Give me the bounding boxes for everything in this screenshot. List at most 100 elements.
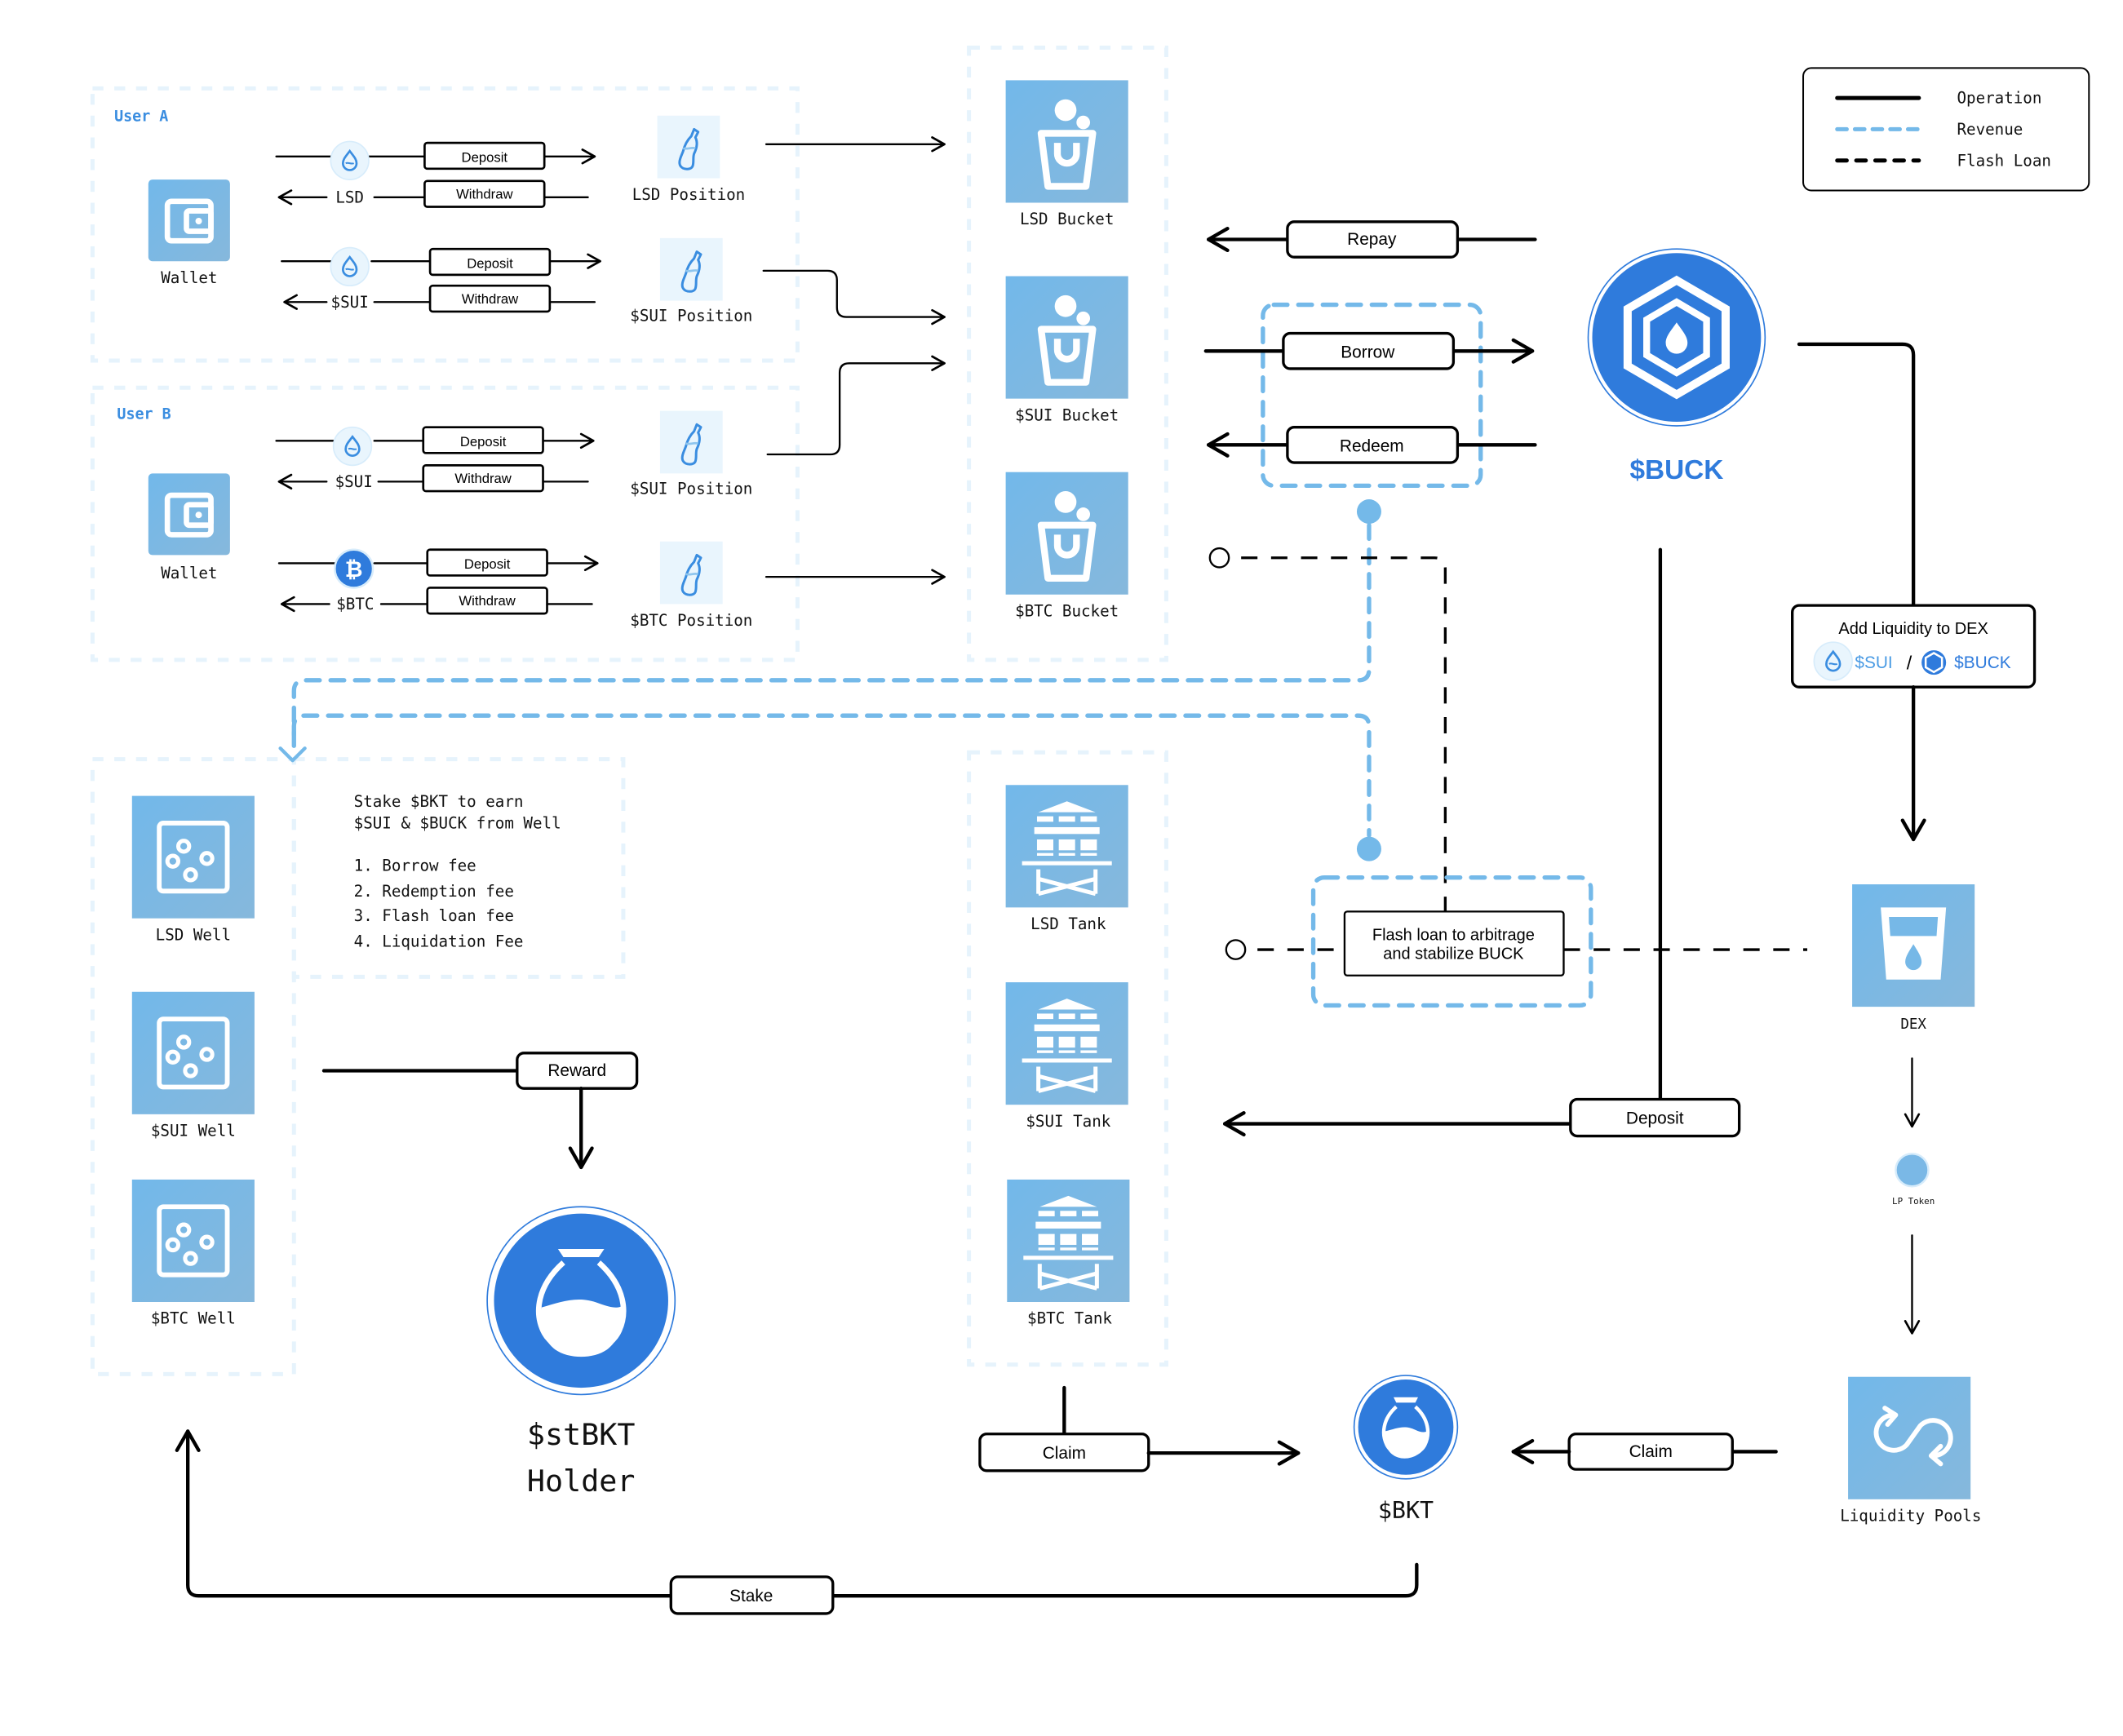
- legend-operation-label: Operation: [1957, 89, 2042, 108]
- fee-item: 3. Flash loan fee: [354, 906, 514, 925]
- deposit-label: Deposit: [467, 256, 513, 272]
- tanks: LSD Tank $SUI Tank $BTC Tank: [1006, 785, 1130, 1328]
- legend: Operation Revenue Flash Loan: [1802, 67, 2090, 192]
- position-bottle-icon: [658, 410, 725, 475]
- legend-revenue-label: Revenue: [1957, 120, 2023, 139]
- borrow-label: Borrow: [1341, 343, 1395, 362]
- liquidity-pools-icon[interactable]: [1848, 1376, 1971, 1499]
- dex-label: DEX: [1900, 1016, 1926, 1033]
- position-bottle-icon: [656, 114, 721, 179]
- wells: LSD Well $SUI Well $BTC Well: [132, 796, 255, 1328]
- fee-item: 4. Liquidation Fee: [354, 932, 524, 951]
- user-a-title: User A: [114, 108, 168, 125]
- withdraw-label: Withdraw: [459, 593, 516, 609]
- fee-item: 2. Redemption fee: [354, 882, 514, 901]
- bkt-label: $BKT: [1378, 1497, 1434, 1524]
- wallet-icon[interactable]: [148, 473, 230, 555]
- deposit-tank-label: Deposit: [1626, 1109, 1684, 1128]
- stbkt-line1: $stBKT: [527, 1417, 636, 1452]
- flash-loan-start-node: [1208, 547, 1230, 569]
- token-label: $BTC: [336, 595, 374, 613]
- token-label: $SUI: [331, 293, 369, 312]
- liquidity-pools-label: Liquidity Pools: [1840, 1507, 1981, 1526]
- stake-note-line1: Stake $BKT to earn: [354, 792, 524, 811]
- bkt-pot-icon: [557, 1248, 605, 1257]
- tank-label: $BTC Tank: [1027, 1309, 1112, 1328]
- position-bottle-icon: [658, 540, 725, 605]
- bucket-icon[interactable]: [1006, 277, 1128, 399]
- well-icon[interactable]: [132, 1180, 255, 1302]
- redeem-label: Redeem: [1340, 437, 1404, 456]
- buckets: LSD Bucket $SUI Bucket $BTC Bucket: [1006, 80, 1128, 620]
- position-label: $SUI Position: [630, 479, 752, 498]
- wallet-label: Wallet: [161, 564, 217, 582]
- well-icon[interactable]: [132, 796, 255, 919]
- position-bottle-icon: [658, 237, 725, 303]
- claim-tank-label: Claim: [1043, 1444, 1086, 1463]
- user-a: User A Wallet Deposit LSD Withdraw LSD P…: [114, 108, 752, 325]
- stake-note: Stake $BKT to earn $SUI & $BUCK from Wel…: [354, 792, 561, 951]
- user-b-title: User B: [117, 406, 171, 423]
- buck-label: $BUCK: [1629, 455, 1723, 485]
- tank-icon[interactable]: [1007, 1180, 1129, 1302]
- bkt-coin[interactable]: [1353, 1375, 1459, 1480]
- tank-icon[interactable]: [1006, 982, 1128, 1105]
- position-to-bucket-arrow: [766, 355, 946, 456]
- svg-text:₿: ₿: [345, 557, 363, 582]
- bucket-icon[interactable]: [1006, 80, 1128, 202]
- token-label: $SUI: [335, 472, 373, 491]
- buck-coin[interactable]: [1587, 248, 1766, 427]
- well-label: LSD Well: [156, 925, 231, 944]
- position-to-bucket-arrow: [762, 269, 946, 326]
- buck-small-icon: [1921, 650, 1947, 675]
- deposit-label: Deposit: [462, 149, 508, 165]
- legend-flash-loan-label: Flash Loan: [1957, 151, 2051, 170]
- deposit-label: Deposit: [464, 556, 511, 572]
- flash-loan-line1: Flash loan to arbitrage: [1372, 926, 1535, 944]
- token-label: LSD: [335, 188, 364, 206]
- flash-loan-start-node: [1225, 939, 1247, 960]
- stake-path: [175, 1429, 1419, 1598]
- revenue-node: [1356, 499, 1381, 525]
- bkt-pot-icon: [1393, 1397, 1419, 1403]
- sui-drop-icon: [329, 140, 370, 181]
- reward-label: Reward: [547, 1061, 606, 1080]
- tank-label: LSD Tank: [1030, 914, 1106, 933]
- sui-drop-icon: [329, 246, 370, 287]
- sui-drop-icon: [332, 426, 373, 467]
- bucket-icon[interactable]: [1006, 472, 1128, 595]
- pair-separator: /: [1907, 653, 1912, 674]
- well-icon[interactable]: [132, 992, 255, 1114]
- protocol-flow-diagram: Operation Revenue Flash Loan User A Wall…: [90, 45, 2090, 1615]
- pair-left-label: $SUI: [1855, 653, 1892, 672]
- withdraw-label: Withdraw: [456, 186, 513, 202]
- tank-icon[interactable]: [1006, 785, 1128, 907]
- lp-token-label: LP Token: [1892, 1196, 1935, 1207]
- repay-label: Repay: [1347, 230, 1397, 249]
- deposit-label: Deposit: [460, 434, 507, 450]
- flash-loan-path: [1241, 556, 1447, 912]
- stake-note-line2: $SUI & $BUCK from Well: [354, 814, 561, 833]
- well-label: $BTC Well: [151, 1309, 236, 1328]
- pair-right-label: $BUCK: [1954, 653, 2011, 672]
- sui-drop-icon: [1813, 640, 1854, 682]
- stbkt-line2: Holder: [527, 1464, 636, 1499]
- revenue-node: [1356, 836, 1381, 861]
- flash-loan-line2: and stabilize BUCK: [1383, 946, 1524, 963]
- dex-icon[interactable]: [1852, 884, 1975, 1008]
- bucket-label: LSD Bucket: [1020, 210, 1114, 228]
- claim-lp-label: Claim: [1629, 1442, 1673, 1461]
- position-label: LSD Position: [632, 185, 746, 204]
- well-label: $SUI Well: [151, 1122, 236, 1140]
- position-label: $SUI Position: [630, 307, 752, 326]
- stbkt-coin[interactable]: [486, 1206, 676, 1396]
- bitcoin-icon: ₿: [334, 548, 375, 589]
- lp-token-icon: [1895, 1152, 1930, 1188]
- withdraw-label: Withdraw: [454, 471, 512, 486]
- withdraw-label: Withdraw: [462, 291, 519, 307]
- position-label: $BTC Position: [630, 611, 752, 630]
- wallet-icon[interactable]: [148, 179, 230, 261]
- bucket-label: $BTC Bucket: [1015, 601, 1119, 620]
- add-liquidity-title: Add Liquidity to DEX: [1838, 620, 1988, 638]
- wallet-label: Wallet: [161, 268, 217, 287]
